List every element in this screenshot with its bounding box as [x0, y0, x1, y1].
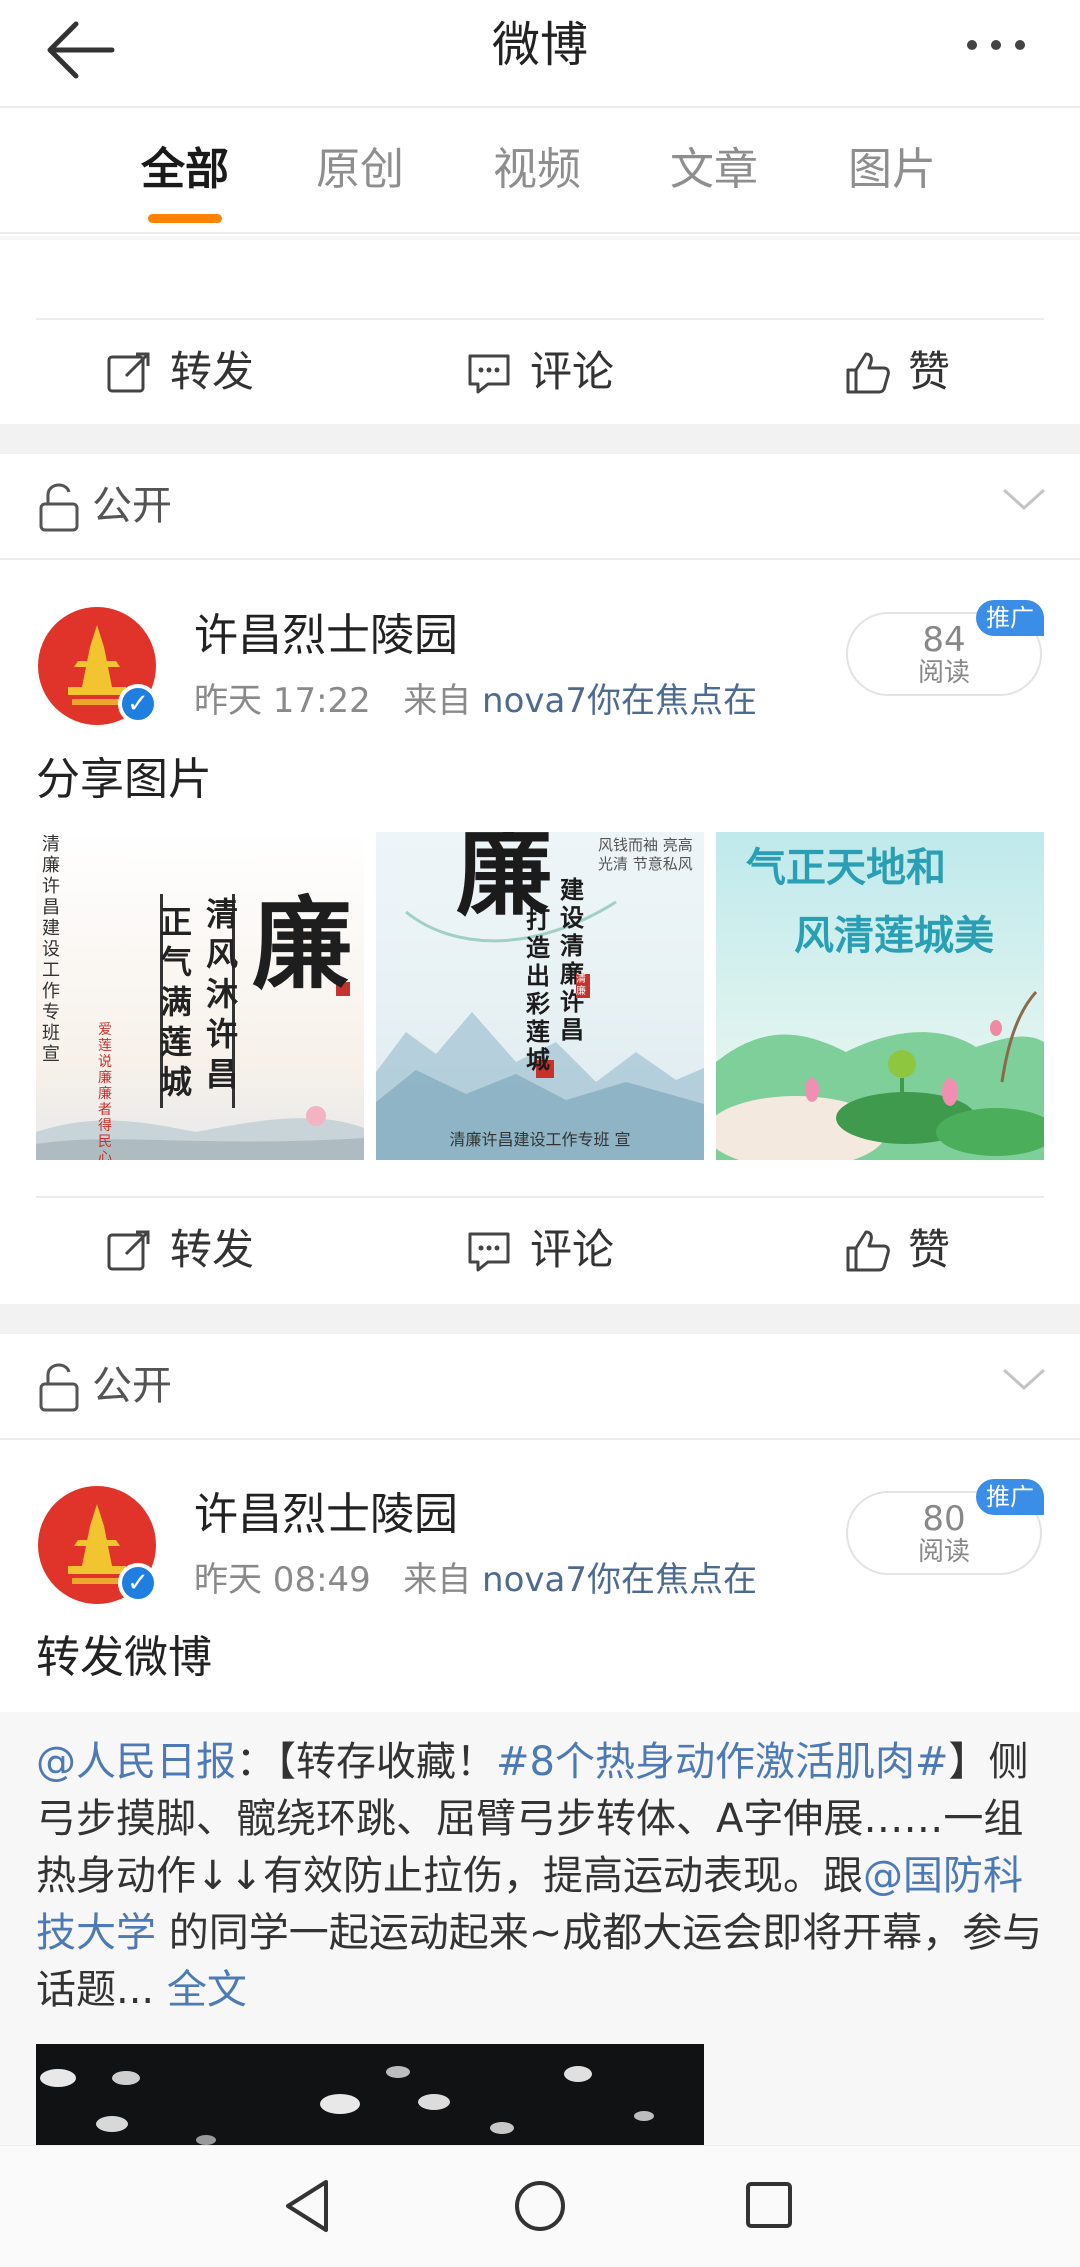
video-thumbnail-lights [40, 2066, 654, 2145]
comment-icon [468, 1232, 510, 1272]
post-time: 昨天 17:22 [194, 681, 371, 721]
nav-recent-apps-icon[interactable] [744, 2180, 794, 2230]
read-label: 阅读 [917, 1537, 970, 1567]
repost-icon [107, 352, 150, 393]
privacy-label: 公开 [92, 483, 172, 529]
filter-tabs: 全部 原创 视频 文章 图片 [0, 110, 1080, 234]
post-image-3[interactable]: 气正天地和 风清莲城美 [716, 832, 1044, 1160]
mention-link[interactable]: @人民日报 [36, 1739, 236, 1785]
image-2-footer: 清廉许昌建设工作专班 宣 [449, 1130, 631, 1149]
post-source[interactable]: nova7你在焦点在 [482, 1560, 757, 1600]
author-name[interactable]: 许昌烈士陵园 [194, 1485, 458, 1545]
post-text: 分享图片 [36, 754, 212, 805]
video-thumbnail[interactable] [36, 2044, 704, 2152]
section-gap [0, 424, 1080, 454]
image-2-verse: 风钱而袖 亮高光清 节意私风 [598, 836, 693, 873]
promote-badge[interactable]: 推广 [976, 1479, 1044, 1515]
image-1-col2: 正气满莲城 [160, 903, 193, 1101]
privacy-row[interactable]: 公开 [0, 1334, 1080, 1440]
tab-article[interactable]: 文章 [654, 140, 774, 200]
page-title: 微博 [491, 17, 588, 73]
read-more-link[interactable]: 全文 [167, 1967, 247, 2013]
divider [36, 1196, 1044, 1198]
image-1-col1: 清风沐许昌 [206, 895, 239, 1093]
section-gap [0, 1304, 1080, 1334]
comment-label: 评论 [530, 347, 615, 396]
image-1-side-text: 清廉许昌建设工作专班 宣 [42, 834, 60, 1065]
unlock-icon [39, 1363, 79, 1412]
nav-home-icon[interactable] [512, 2178, 568, 2234]
reposted-text: @人民日报：【转存收藏！#8个热身动作激活肌肉#】侧弓步摸脚、髋绕环跳、屈臂弓步… [36, 1734, 1046, 2019]
top-bar: 微博 [0, 0, 1080, 108]
thumbs-up-icon [846, 1230, 890, 1272]
like-label: 赞 [908, 1225, 951, 1274]
image-3-line1: 气正天地和 [746, 844, 946, 891]
post-text: 转发微博 [36, 1632, 212, 1683]
source-prefix: 来自 [403, 1560, 472, 1600]
divider [36, 318, 1044, 320]
author-name[interactable]: 许昌烈士陵园 [194, 606, 458, 666]
system-nav-bar [0, 2145, 1080, 2267]
post-meta: 昨天 17:22 来自 nova7你在焦点在 [194, 676, 757, 726]
image-1-small: 爱莲说廉 廉者得民心 [98, 1022, 112, 1160]
chevron-down-icon[interactable] [1000, 1364, 1048, 1394]
verified-badge-icon: ✓ [118, 684, 158, 724]
hashtag-link[interactable]: #8个热身动作激活肌肉# [496, 1739, 948, 1785]
read-label: 阅读 [917, 658, 970, 688]
post-time: 昨天 08:49 [194, 1560, 371, 1600]
comment-label: 评论 [530, 1225, 615, 1274]
comment-icon [468, 354, 510, 394]
verified-badge-icon: ✓ [118, 1563, 158, 1603]
repost-icon [107, 1230, 150, 1271]
repost-label: 转发 [170, 347, 255, 396]
promote-badge[interactable]: 推广 [976, 600, 1044, 636]
tab-all[interactable]: 全部 [125, 140, 245, 200]
like-label: 赞 [908, 347, 951, 396]
nav-back-icon[interactable] [282, 2178, 332, 2234]
tab-original[interactable]: 原创 [300, 140, 420, 200]
image-2-seal: 清廉 [576, 974, 590, 998]
source-prefix: 来自 [403, 681, 472, 721]
image-1-big-char: 廉 [252, 885, 352, 1003]
tab-images[interactable]: 图片 [832, 140, 952, 200]
active-tab-indicator [148, 214, 222, 223]
chevron-down-icon[interactable] [1000, 484, 1048, 514]
image-3-line2: 风清莲城美 [794, 912, 994, 959]
post-meta: 昨天 08:49 来自 nova7你在焦点在 [194, 1555, 757, 1605]
thumbs-up-icon [846, 352, 890, 394]
section-gap [0, 236, 1080, 240]
post-image-2[interactable]: 廉 建设清廉许昌 打造出彩莲城 风钱而袖 亮高光清 节意私风 清廉 清廉许昌建设… [376, 832, 704, 1160]
repost-label: 转发 [170, 1225, 255, 1274]
image-2-col-a: 建设清廉许昌 [560, 875, 584, 1044]
privacy-row[interactable]: 公开 [0, 454, 1080, 560]
tab-video[interactable]: 视频 [477, 140, 597, 200]
privacy-label: 公开 [92, 1363, 172, 1409]
more-options-icon[interactable] [960, 25, 1040, 65]
image-2-col-b: 打造出彩莲城 [526, 905, 550, 1074]
reposted-content[interactable]: @人民日报：【转存收藏！#8个热身动作激活肌肉#】侧弓步摸脚、髋绕环跳、屈臂弓步… [0, 1712, 1080, 2152]
post-source[interactable]: nova7你在焦点在 [482, 681, 757, 721]
post-image-1[interactable]: 清廉许昌建设工作专班 宣 清风沐许昌 正气满莲城 廉 爱莲说廉 廉者得民心 [36, 832, 364, 1160]
repost-colon: ：【转存收藏！ [236, 1739, 496, 1785]
unlock-icon [39, 483, 79, 532]
